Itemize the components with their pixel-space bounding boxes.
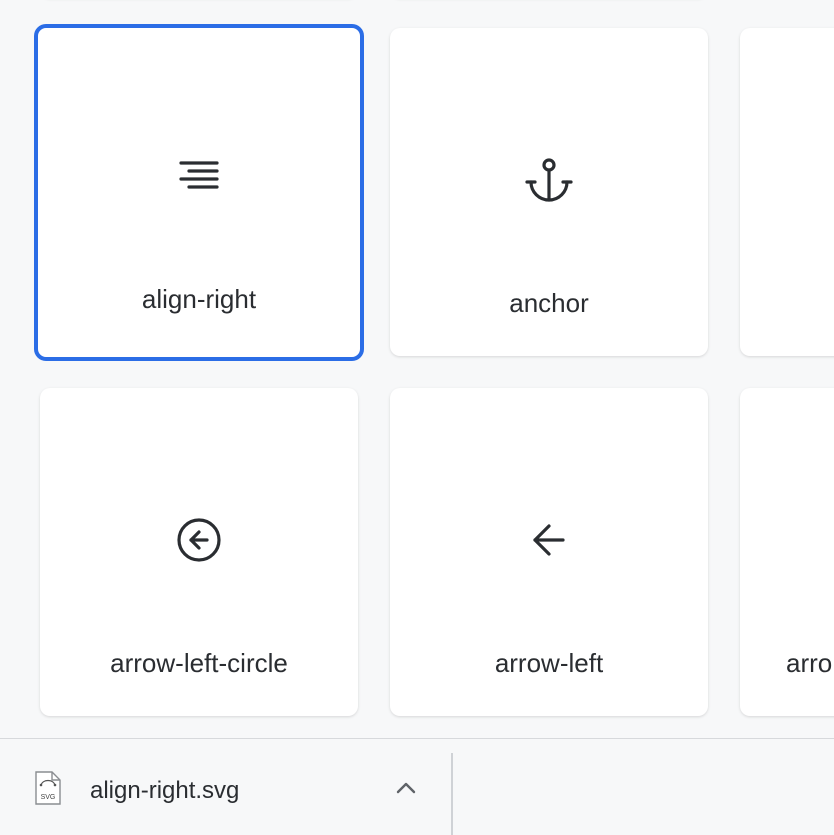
icon-card[interactable]: arro <box>740 388 834 716</box>
arrow-left-icon <box>525 516 573 564</box>
icon-card-label: align-right <box>141 284 257 314</box>
download-bar: SVG align-right.svg <box>0 738 834 835</box>
align-right-icon <box>175 152 223 200</box>
anchor-icon <box>525 156 573 204</box>
icon-card-label: arro <box>786 648 833 678</box>
download-filename: align-right.svg <box>90 777 240 804</box>
icon-card-arrow-left-circle[interactable]: arrow-left-circle <box>40 388 358 716</box>
svg-text:SVG: SVG <box>41 794 56 801</box>
chevron-up-icon[interactable] <box>392 777 420 799</box>
arrow-left-circle-icon <box>175 516 223 564</box>
icon-card-label: arrow-left <box>494 648 604 678</box>
icon-card-label: arrow-left-circle <box>110 648 288 678</box>
download-item[interactable]: SVG align-right.svg <box>0 739 452 834</box>
download-divider <box>451 753 453 835</box>
icon-card-arrow-left[interactable]: arrow-left <box>390 388 708 716</box>
icon-card-anchor[interactable]: anchor <box>390 28 708 356</box>
icon-card-align-right[interactable]: align-right <box>34 24 364 361</box>
icon-card[interactable] <box>740 28 834 356</box>
icon-card-label: anchor <box>509 288 589 318</box>
icon-grid: align-right anchor arrow-left-circle arr… <box>0 0 834 738</box>
svg-file-icon: SVG <box>34 771 62 805</box>
